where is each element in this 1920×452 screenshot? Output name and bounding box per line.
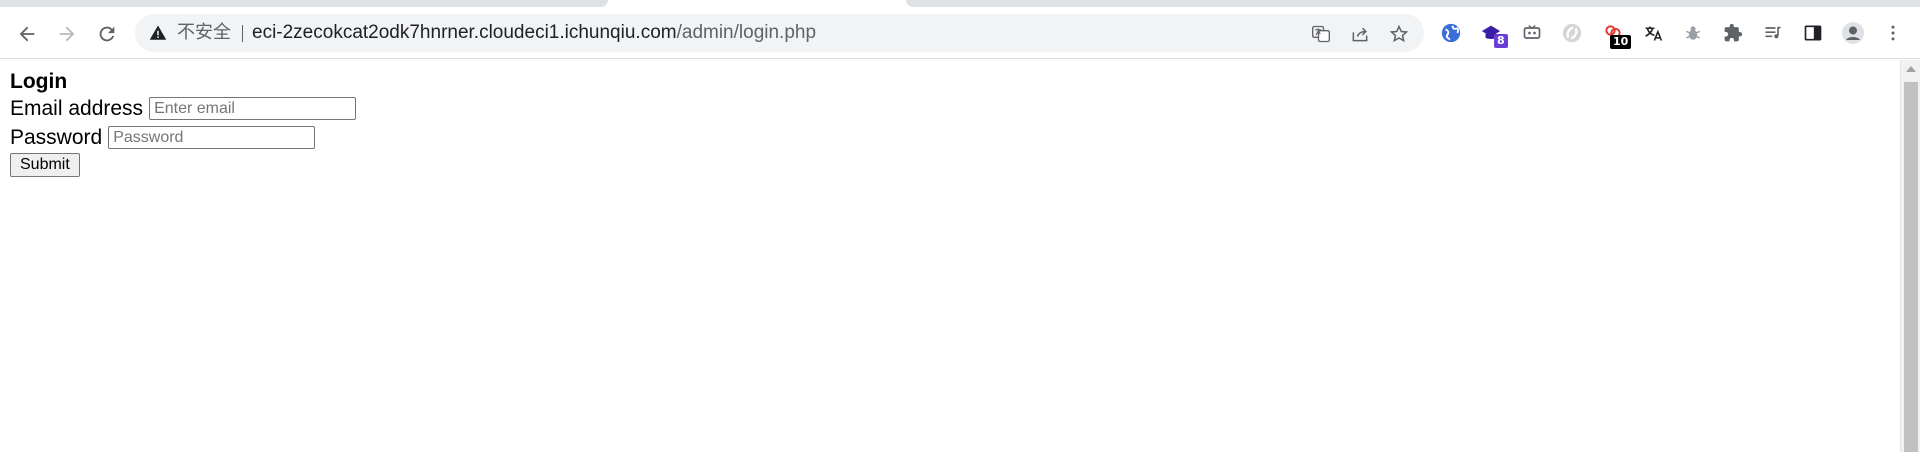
password-row: Password — [10, 123, 356, 152]
extensions-puzzle-icon[interactable] — [1720, 20, 1746, 46]
url-host: eci-2zecokcat2odk7hnrner.cloudeci1.ichun… — [252, 22, 677, 43]
extension-badge: 10 — [1610, 35, 1632, 49]
warning-icon[interactable] — [149, 24, 167, 42]
translate-extension-icon[interactable] — [1640, 20, 1666, 46]
swirl-extension-icon[interactable] — [1559, 20, 1585, 46]
side-panel-icon[interactable] — [1800, 20, 1826, 46]
email-input[interactable] — [149, 97, 357, 120]
more-menu-icon[interactable] — [1880, 20, 1906, 46]
translate-page-icon[interactable] — [1310, 23, 1332, 45]
browser-toolbar: 不安全 eci-2zecokcat2odk7hnrner.cloudeci1.i… — [0, 8, 1920, 59]
security-status-text[interactable]: 不安全 — [177, 14, 231, 52]
email-label: Email address — [10, 96, 144, 120]
tab-left[interactable] — [0, 0, 608, 7]
globe-extension-icon[interactable] — [1438, 20, 1464, 46]
tv-extension-icon[interactable] — [1519, 20, 1545, 46]
bug-extension-icon[interactable] — [1680, 20, 1706, 46]
submit-button[interactable]: Submit — [10, 153, 80, 177]
share-icon[interactable] — [1349, 23, 1371, 45]
arrow-right-icon — [59, 26, 75, 42]
divider — [242, 25, 243, 42]
password-input[interactable] — [108, 126, 316, 149]
email-row: Email address — [10, 94, 357, 123]
profile-avatar-icon[interactable] — [1840, 20, 1866, 46]
link-extension-icon[interactable]: 10 — [1600, 20, 1632, 49]
arrow-left-icon — [19, 26, 35, 42]
page-title: Login — [10, 70, 68, 93]
scrollbar-thumb[interactable] — [1904, 82, 1918, 452]
extension-badge: 8 — [1494, 34, 1508, 48]
media-playlist-icon[interactable] — [1760, 20, 1786, 46]
url-path: /admin/login.php — [676, 22, 817, 43]
graduation-cap-extension-icon[interactable]: 8 — [1478, 20, 1508, 48]
reload-icon — [99, 26, 115, 42]
login-form: Login Email address Password Submit — [10, 70, 357, 177]
vertical-scrollbar[interactable] — [1900, 60, 1920, 452]
tab-right[interactable] — [906, 0, 1920, 7]
url-text[interactable]: eci-2zecokcat2odk7hnrner.cloudeci1.ichun… — [252, 14, 816, 52]
forward-button[interactable] — [50, 17, 84, 51]
password-label: Password — [10, 125, 103, 149]
scroll-up-arrow-icon[interactable] — [1906, 66, 1916, 72]
reload-button[interactable] — [90, 17, 124, 51]
page-viewport: Login Email address Password Submit — [0, 60, 1900, 452]
address-bar[interactable]: 不安全 eci-2zecokcat2odk7hnrner.cloudeci1.i… — [135, 14, 1424, 52]
tab-strip — [0, 0, 1920, 8]
back-button[interactable] — [10, 17, 44, 51]
bookmark-star-icon[interactable] — [1388, 23, 1410, 45]
